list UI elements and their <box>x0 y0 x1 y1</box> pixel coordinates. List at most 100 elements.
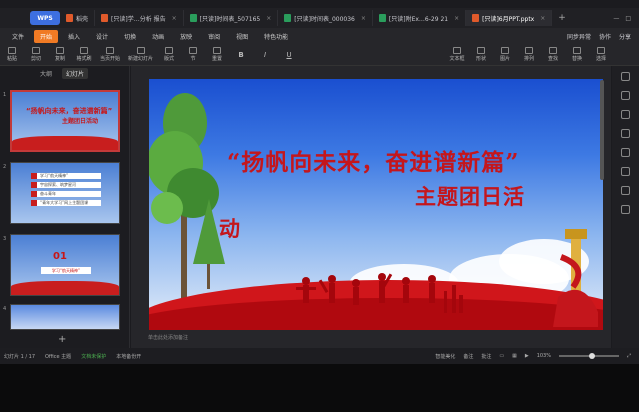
animation-icon[interactable] <box>621 110 630 119</box>
find-button[interactable]: 查找 <box>545 47 561 62</box>
reset-icon <box>213 47 222 54</box>
document-tab[interactable]: [只读]学…分析 报告 × <box>95 10 184 26</box>
menu-slideshow[interactable]: 放映 <box>174 30 198 43</box>
document-tab[interactable]: 稻壳 <box>60 10 96 26</box>
normal-view-icon[interactable]: ▭ <box>499 353 504 359</box>
zoom-level[interactable]: 103% <box>537 353 551 359</box>
picture-button[interactable]: 图片 <box>497 47 513 62</box>
close-tab-icon[interactable]: × <box>172 15 177 22</box>
document-tab[interactable]: [只读]时间表_000036 × <box>278 10 373 26</box>
help-icon[interactable] <box>621 205 630 214</box>
menu-features[interactable]: 特色功能 <box>258 30 294 43</box>
brush-icon <box>80 47 88 54</box>
menu-review[interactable]: 审阅 <box>202 30 226 43</box>
textbox-icon <box>453 47 461 54</box>
paste-button[interactable]: 粘贴 <box>4 47 20 62</box>
bold-button[interactable]: B <box>233 51 249 59</box>
beautify-button[interactable]: 智能美化 <box>435 353 455 360</box>
sync-status[interactable]: 同步异常 <box>567 32 591 41</box>
maximize-icon[interactable]: □ <box>625 15 631 22</box>
wps-home-tab[interactable]: WPS <box>30 11 60 25</box>
close-tab-icon[interactable]: × <box>361 15 366 22</box>
minimize-icon[interactable]: — <box>613 15 619 22</box>
menu-home[interactable]: 开始 <box>34 29 59 43</box>
play-slideshow-icon[interactable]: ▶ <box>525 353 529 359</box>
share-icon[interactable] <box>621 167 630 176</box>
italic-button[interactable]: I <box>257 51 273 59</box>
protection-status[interactable]: 文档未保护 <box>81 353 106 360</box>
template-icon[interactable] <box>621 129 630 138</box>
section-icon <box>189 47 198 54</box>
close-tab-icon[interactable]: × <box>454 15 459 22</box>
slide-title-line1[interactable]: “扬帆向未来，奋进谱新篇” <box>227 143 519 177</box>
menu-design[interactable]: 设计 <box>90 30 114 43</box>
zoom-slider[interactable] <box>558 353 619 359</box>
arrange-icon <box>525 47 533 54</box>
menu-insert[interactable]: 插入 <box>62 30 86 43</box>
section-button[interactable]: 节 <box>185 47 201 62</box>
slide-thumbnail-4[interactable] <box>10 304 120 330</box>
slide-canvas[interactable]: “扬帆向未来，奋进谱新篇” 主题团日活 动 <box>149 79 603 330</box>
thumb-title2: 主题团日活动 <box>62 118 99 125</box>
notes-placeholder[interactable]: 单击此处添加备注 <box>148 334 188 341</box>
document-icon <box>189 14 197 22</box>
slide-thumbnail-1[interactable]: “扬帆向未来，奋进谱新篇” 主题团日活动 <box>10 90 120 152</box>
select-button[interactable]: 选择 <box>593 47 609 62</box>
reset-button[interactable]: 重置 <box>209 47 225 62</box>
thumb-section-number: 01 <box>53 251 67 262</box>
replace-button[interactable]: 替换 <box>569 47 585 62</box>
textbox-button[interactable]: 文本框 <box>449 47 465 62</box>
underline-button[interactable]: U <box>281 51 297 59</box>
collaborate-button[interactable]: 协作 <box>599 32 611 41</box>
menu-file[interactable]: 文件 <box>6 30 30 43</box>
settings-icon[interactable] <box>621 186 630 195</box>
document-tab-active[interactable]: [只读]6月PPT.pptx × <box>466 10 553 26</box>
close-tab-icon[interactable]: × <box>540 15 545 22</box>
new-slide-button[interactable]: 新建幻灯片 <box>128 47 153 62</box>
document-tab[interactable]: [只读]附Ex…6-29 21 × <box>373 10 467 26</box>
new-tab-button[interactable]: + <box>558 13 566 23</box>
slide-thumbnail-3[interactable]: 01 学习“航天精神” <box>10 234 120 296</box>
screen-bezel <box>0 364 639 412</box>
pen-icon[interactable] <box>621 148 630 157</box>
tab-outline[interactable]: 大纲 <box>40 69 52 78</box>
cut-button[interactable]: 剪切 <box>28 47 44 62</box>
vertical-scrollbar[interactable] <box>600 80 604 180</box>
notes-button[interactable]: 备注 <box>463 353 473 360</box>
list-item: “青年大学习”网上主题团课 <box>31 200 101 206</box>
zoom-slider-knob[interactable] <box>588 353 595 359</box>
layout-button[interactable]: 版式 <box>161 47 177 62</box>
menu-transition[interactable]: 切换 <box>118 30 142 43</box>
cut-icon <box>32 47 40 54</box>
document-icon <box>101 14 109 22</box>
list-item: 宇宙探索、筑梦星河 <box>31 182 101 188</box>
copy-button[interactable]: 复制 <box>52 47 68 62</box>
slide-number: 1 <box>3 92 7 98</box>
arrange-button[interactable]: 排列 <box>521 47 537 62</box>
slide-number: 2 <box>3 164 7 170</box>
slide-title-line2[interactable]: 主题团日活 <box>415 181 525 211</box>
menu-view[interactable]: 视图 <box>230 30 254 43</box>
local-backup[interactable]: 本地备份开 <box>116 353 141 360</box>
slide-thumbnail-2[interactable]: 学习“航天精神” 宇宙探索、筑梦星河 奋斗青年 “青年大学习”网上主题团课 <box>10 162 120 224</box>
add-slide-button[interactable]: + <box>58 334 66 345</box>
slide-title-line3[interactable]: 动 <box>219 213 240 243</box>
format-painter-button[interactable]: 格式刷 <box>76 47 92 62</box>
close-tab-icon[interactable]: × <box>266 15 271 22</box>
people-silhouettes <box>296 273 463 313</box>
panel-tabs: 大纲 幻灯片 <box>0 66 129 80</box>
share-button[interactable]: 分享 <box>619 32 631 41</box>
ribbon-toolbar: 粘贴 剪切 复制 格式刷 当页开始 新建幻灯片 版式 节 重置 B I U 文本… <box>0 44 639 66</box>
grid-view-icon[interactable]: ▦ <box>512 353 517 359</box>
start-from-current-button[interactable]: 当页开始 <box>100 47 120 62</box>
comments-button[interactable]: 批注 <box>481 353 491 360</box>
style-icon[interactable] <box>621 91 630 100</box>
property-icon[interactable] <box>621 72 630 81</box>
play-icon <box>106 47 114 54</box>
shape-button[interactable]: 形状 <box>473 47 489 62</box>
status-right: 智能美化 备注 批注 ▭ ▦ ▶ 103% ⤢ <box>435 353 639 360</box>
menu-animation[interactable]: 动画 <box>146 30 170 43</box>
tab-slides[interactable]: 幻灯片 <box>62 67 89 79</box>
document-tab[interactable]: [只读]时间表_507165 × <box>184 10 279 26</box>
fit-window-icon[interactable]: ⤢ <box>627 353 631 359</box>
